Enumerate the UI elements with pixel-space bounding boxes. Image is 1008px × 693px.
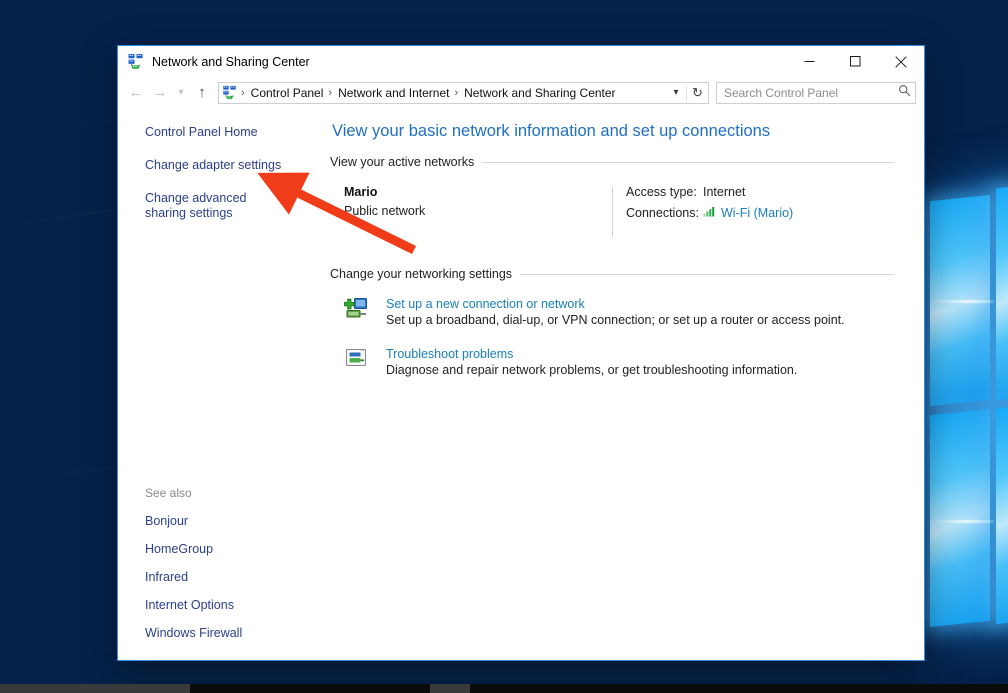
- breadcrumb-bar[interactable]: › Control Panel › Network and Internet ›…: [218, 81, 709, 104]
- network-name: Mario: [344, 185, 378, 199]
- desktop: Network and Sharing Center ← → ▾ ↑ › Con…: [0, 0, 1008, 693]
- networking-settings-section: Change your networking settings Set up a…: [326, 267, 894, 377]
- taskbar-segment: [430, 684, 470, 693]
- taskbar[interactable]: [0, 684, 1008, 693]
- navigation-pane: Control Panel Home Change adapter settin…: [118, 108, 326, 660]
- active-networks-list: Mario Public network Access type: Intern…: [344, 185, 894, 243]
- access-type-value: Internet: [703, 185, 746, 199]
- connection-link-wifi[interactable]: Wi-Fi (Mario): [721, 206, 793, 220]
- breadcrumb-separator: ›: [241, 86, 245, 99]
- active-networks-title: View your active networks: [330, 155, 475, 169]
- address-toolbar: ← → ▾ ↑ › Control Panel › Network and In…: [118, 77, 924, 108]
- page-title: View your basic network information and …: [332, 122, 771, 140]
- breadcrumb-separator: ›: [328, 86, 333, 99]
- up-button[interactable]: ↑: [190, 81, 214, 105]
- see-also-item-windows-firewall[interactable]: Windows Firewall: [145, 626, 310, 640]
- see-also-section: See also Bonjour HomeGroup Infrared Inte…: [145, 486, 310, 640]
- sidebar-item-control-panel-home[interactable]: Control Panel Home: [145, 125, 295, 140]
- taskbar-segment: [0, 684, 190, 693]
- see-also-item-bonjour[interactable]: Bonjour: [145, 514, 310, 528]
- access-type-label: Access type:: [626, 185, 697, 199]
- connections-row: Connections: Wi-Fi (Mario): [626, 204, 793, 222]
- windows-logo-flare: [928, 300, 994, 303]
- troubleshoot-icon: [344, 345, 376, 377]
- windows-logo-flare: [928, 520, 994, 523]
- troubleshoot-problems-link[interactable]: Troubleshoot problems: [386, 347, 513, 361]
- network-sharing-icon: [127, 53, 144, 70]
- windows-logo-pane-bottom-right: [996, 403, 1008, 625]
- content-pane: View your basic network information and …: [326, 108, 924, 660]
- active-network-identity: Mario Public network: [344, 185, 612, 243]
- networking-settings-title: Change your networking settings: [330, 267, 513, 281]
- search-icon[interactable]: [898, 84, 911, 102]
- window-title: Network and Sharing Center: [152, 54, 310, 69]
- window-controls: [786, 46, 924, 77]
- network-sharing-center-window: Network and Sharing Center ← → ▾ ↑ › Con…: [117, 45, 925, 661]
- sidebar-item-change-adapter-settings[interactable]: Change adapter settings: [145, 158, 295, 173]
- chevron-down-icon[interactable]: ▾: [666, 87, 686, 98]
- access-type-row: Access type: Internet: [626, 185, 793, 199]
- sidebar-item-change-advanced-sharing-settings[interactable]: Change advanced sharing settings: [145, 191, 285, 221]
- windows-logo-pane-bottom-left: [930, 408, 990, 628]
- refresh-icon[interactable]: ↻: [686, 84, 708, 101]
- troubleshoot-problems-description: Diagnose and repair network problems, or…: [386, 363, 798, 377]
- close-button[interactable]: [878, 46, 924, 77]
- set-up-new-connection-link[interactable]: Set up a new connection or network: [386, 297, 585, 311]
- connections-label: Connections:: [626, 206, 699, 220]
- task-set-up-new-connection[interactable]: Set up a new connection or network Set u…: [344, 295, 894, 327]
- window-titlebar[interactable]: Network and Sharing Center: [118, 46, 924, 77]
- active-network-details: Access type: Internet Connections: Wi-Fi…: [613, 185, 793, 243]
- search-input[interactable]: [724, 85, 898, 100]
- section-divider: [520, 273, 894, 275]
- see-also-title: See also: [145, 486, 192, 500]
- forward-button[interactable]: →: [148, 81, 172, 105]
- breadcrumb-item-control-panel[interactable]: Control Panel: [248, 86, 327, 100]
- active-networks-header: View your active networks: [330, 155, 894, 169]
- breadcrumb-separator: ›: [454, 86, 459, 99]
- breadcrumb-item-network-and-sharing-center[interactable]: Network and Sharing Center: [461, 86, 618, 100]
- see-also-item-infrared[interactable]: Infrared: [145, 570, 310, 584]
- see-also-item-homegroup[interactable]: HomeGroup: [145, 542, 310, 556]
- section-divider: [482, 161, 894, 163]
- search-box[interactable]: [716, 81, 916, 104]
- window-body: Control Panel Home Change adapter settin…: [118, 108, 924, 660]
- task-text: Troubleshoot problems Diagnose and repai…: [376, 345, 797, 377]
- wifi-signal-icon: [703, 204, 717, 222]
- task-text: Set up a new connection or network Set u…: [376, 295, 845, 327]
- breadcrumb-item-network-and-internet[interactable]: Network and Internet: [335, 86, 452, 100]
- task-troubleshoot-problems[interactable]: Troubleshoot problems Diagnose and repai…: [344, 345, 894, 377]
- back-button[interactable]: ←: [124, 81, 148, 105]
- set-up-new-connection-description: Set up a broadband, dial-up, or VPN conn…: [386, 313, 845, 327]
- minimize-button[interactable]: [786, 46, 832, 77]
- network-sharing-icon: [222, 85, 237, 100]
- network-profile-type: Public network: [344, 204, 426, 218]
- new-connection-icon: [344, 295, 376, 327]
- recent-locations-button[interactable]: ▾: [172, 81, 190, 105]
- see-also-item-internet-options[interactable]: Internet Options: [145, 598, 310, 612]
- windows-logo-pane-top-right: [996, 183, 1008, 401]
- maximize-button[interactable]: [832, 46, 878, 77]
- networking-settings-header: Change your networking settings: [330, 267, 894, 281]
